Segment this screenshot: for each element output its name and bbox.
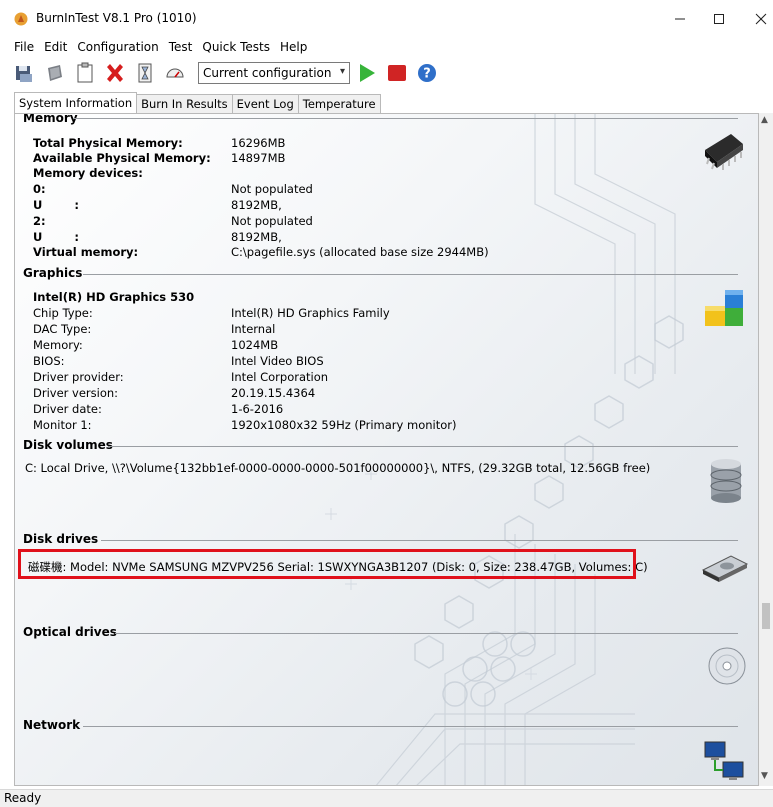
tab-event-log[interactable]: Event Log — [231, 94, 299, 114]
graphics-cubes-icon — [705, 290, 743, 326]
menu-bar: File Edit Configuration Test Quick Tests… — [0, 36, 773, 58]
title-bar: BurnInTest V8.1 Pro (1010) — [0, 0, 773, 36]
clipboard-button[interactable] — [74, 62, 96, 84]
red-x-icon — [107, 64, 123, 82]
optical-drives-section-title: Optical drives — [23, 625, 117, 639]
disk-volumes-section-title: Disk volumes — [23, 438, 113, 452]
gauge-icon — [166, 68, 184, 78]
test-duration-button[interactable] — [134, 62, 156, 84]
disk-drive-highlight-box — [18, 549, 636, 579]
start-test-button[interactable] — [356, 62, 378, 84]
memory-chip-icon — [705, 134, 743, 170]
network-section-title: Network — [23, 718, 81, 732]
chip-icon — [48, 65, 62, 81]
clipboard-icon — [77, 62, 93, 83]
network-computers-icon — [704, 741, 744, 780]
chevron-down-icon: ▾ — [339, 66, 345, 77]
tab-temperature[interactable]: Temperature — [297, 94, 381, 114]
help-icon: ? — [418, 64, 436, 82]
menu-file[interactable]: File — [9, 37, 39, 57]
hard-drive-icon — [701, 555, 749, 582]
app-logo-icon — [14, 12, 28, 26]
disk-volume-line: C: Local Drive, \\?\Volume{132bb1ef-0000… — [25, 461, 651, 475]
menu-configuration[interactable]: Configuration — [72, 37, 163, 57]
section-divider — [108, 446, 738, 447]
section-divider — [101, 540, 738, 541]
close-button[interactable] — [738, 6, 773, 32]
graphics-section-title: Graphics — [23, 266, 83, 280]
gauge-button[interactable] — [164, 62, 186, 84]
section-divider — [115, 633, 738, 634]
stop-test-button[interactable] — [386, 62, 408, 84]
window-title: BurnInTest V8.1 Pro (1010) — [36, 11, 197, 25]
disk-volume-cylinder-icon — [710, 459, 742, 503]
close-icon — [755, 13, 767, 25]
play-icon — [360, 64, 375, 82]
svg-text:?: ? — [423, 67, 431, 82]
scroll-down-icon[interactable]: ▼ — [761, 771, 768, 781]
configuration-select-value: Current configuration — [203, 66, 332, 80]
scroll-up-icon[interactable]: ▲ — [761, 115, 768, 125]
optical-disc-icon — [708, 647, 746, 685]
memory-section-title: Memory — [23, 113, 78, 125]
graphics-adapter-name: Intel(R) HD Graphics 530 — [33, 290, 195, 304]
configuration-select[interactable]: Current configuration ▾ — [198, 62, 350, 84]
minimize-icon — [675, 18, 685, 20]
scroll-thumb[interactable] — [762, 603, 770, 629]
menu-test[interactable]: Test — [164, 37, 198, 57]
disk-drives-section-title: Disk drives — [23, 532, 99, 546]
system-info-button[interactable] — [44, 62, 66, 84]
menu-edit[interactable]: Edit — [39, 37, 72, 57]
status-text: Ready — [4, 791, 42, 805]
background-circuit-art — [325, 114, 684, 785]
save-icon — [16, 66, 32, 82]
status-bar: Ready — [0, 789, 773, 807]
tab-system-information[interactable]: System Information — [14, 92, 138, 114]
maximize-icon — [714, 14, 724, 24]
system-info-panel: Memory Total Physical Memory: 16296MB Ava… — [14, 113, 759, 786]
clear-results-button[interactable] — [104, 62, 126, 84]
section-divider — [83, 726, 738, 727]
toolbar: Current configuration ▾ ? — [0, 58, 773, 88]
help-button[interactable]: ? — [416, 62, 438, 84]
tab-burn-in-results[interactable]: Burn In Results — [136, 94, 233, 114]
section-divider — [83, 274, 738, 275]
stop-icon — [388, 65, 406, 81]
vertical-scrollbar[interactable]: ▲ ▼ — [759, 113, 773, 786]
tab-strip: System Information Burn In Results Event… — [14, 92, 381, 114]
menu-quick-tests[interactable]: Quick Tests — [197, 37, 275, 57]
save-results-button[interactable] — [14, 62, 36, 84]
hourglass-icon — [138, 63, 152, 83]
menu-help[interactable]: Help — [275, 37, 312, 57]
maximize-button[interactable] — [696, 6, 742, 32]
section-divider — [73, 118, 738, 119]
